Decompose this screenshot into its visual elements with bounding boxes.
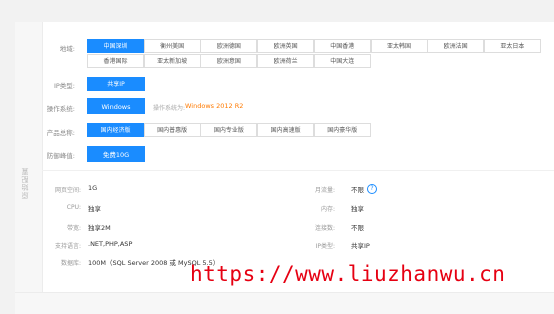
next-section xyxy=(15,292,554,314)
os-label: 操作系统: xyxy=(46,105,75,113)
region-option[interactable]: 欧洲英国 xyxy=(257,39,315,53)
os-option[interactable]: Windows xyxy=(87,98,145,114)
spec-label: IP类型: xyxy=(315,243,335,250)
product-label: 产品总称: xyxy=(46,129,75,137)
defense-label: 防御峰值: xyxy=(46,152,75,160)
watermark: https://www.liuzhanwu.cn xyxy=(190,262,506,286)
spec-label: 数据库: xyxy=(60,260,81,267)
region-option[interactable]: 衡州美国 xyxy=(143,39,201,53)
os-note: 操作系统为: xyxy=(153,105,186,112)
product-option[interactable]: 国内经济版 xyxy=(87,123,144,137)
region-option[interactable]: 欧洲荷兰 xyxy=(257,54,315,68)
spec-value: 独享 xyxy=(88,205,101,213)
spec-value: 独享 xyxy=(351,205,364,213)
spec-value: 不限 xyxy=(351,224,364,232)
spec-label: 支持语言: xyxy=(54,243,81,250)
product-option[interactable]: 国内普惠版 xyxy=(143,123,201,137)
spec-label: 月流量: xyxy=(314,187,335,194)
help-icon[interactable]: ? xyxy=(367,184,377,194)
spec-label: 连接数: xyxy=(314,225,335,232)
spec-label: 网页空间: xyxy=(54,187,81,194)
spec-value: 1G xyxy=(88,184,98,192)
ip-type-option[interactable]: 共享IP xyxy=(87,77,145,91)
product-option[interactable]: 国内豪华版 xyxy=(313,123,371,137)
region-option[interactable]: 中国深圳 xyxy=(87,39,144,53)
spec-value: .NET,PHP,ASP xyxy=(88,240,133,248)
spec-label: 带宽: xyxy=(66,225,81,232)
product-option[interactable]: 国内高速版 xyxy=(257,123,315,137)
region-option[interactable]: 欧洲德国 xyxy=(200,39,258,53)
region-label: 地域: xyxy=(59,45,75,53)
spec-label: 内存: xyxy=(320,206,335,213)
spec-value: 不限 xyxy=(351,186,364,194)
spec-value: 共享IP xyxy=(351,242,370,250)
region-option[interactable]: 欧洲意国 xyxy=(200,54,258,68)
region-option[interactable]: 欧洲法国 xyxy=(427,39,485,53)
os-version: Windows 2012 R2 xyxy=(185,102,244,110)
region-option[interactable]: 亚太日本 xyxy=(483,39,541,53)
ip-type-label: IP类型: xyxy=(53,82,75,90)
sidebar-label: 原始配置 xyxy=(21,167,29,199)
region-option[interactable]: 香港国际 xyxy=(87,54,144,68)
spec-value: 独享2M xyxy=(88,224,111,232)
config-panel: 原始配置 地域: 中国深圳 衡州美国 欧洲德国 欧洲英国 中国香港 亚太韩国 欧洲法国 亚太日… xyxy=(15,22,554,292)
region-option[interactable]: 亚太新加坡 xyxy=(143,54,201,68)
defense-option[interactable]: 免费10G xyxy=(87,146,145,162)
product-option[interactable]: 国内专业版 xyxy=(200,123,258,137)
spec-label: CPU: xyxy=(66,204,81,211)
region-option[interactable]: 中国香港 xyxy=(313,39,371,53)
region-option[interactable]: 中国大连 xyxy=(313,54,371,68)
divider xyxy=(42,170,554,171)
region-option[interactable]: 亚太韩国 xyxy=(370,39,428,53)
